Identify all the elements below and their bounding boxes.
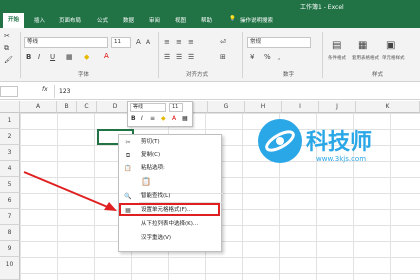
annotation-arrow (23, 171, 117, 211)
